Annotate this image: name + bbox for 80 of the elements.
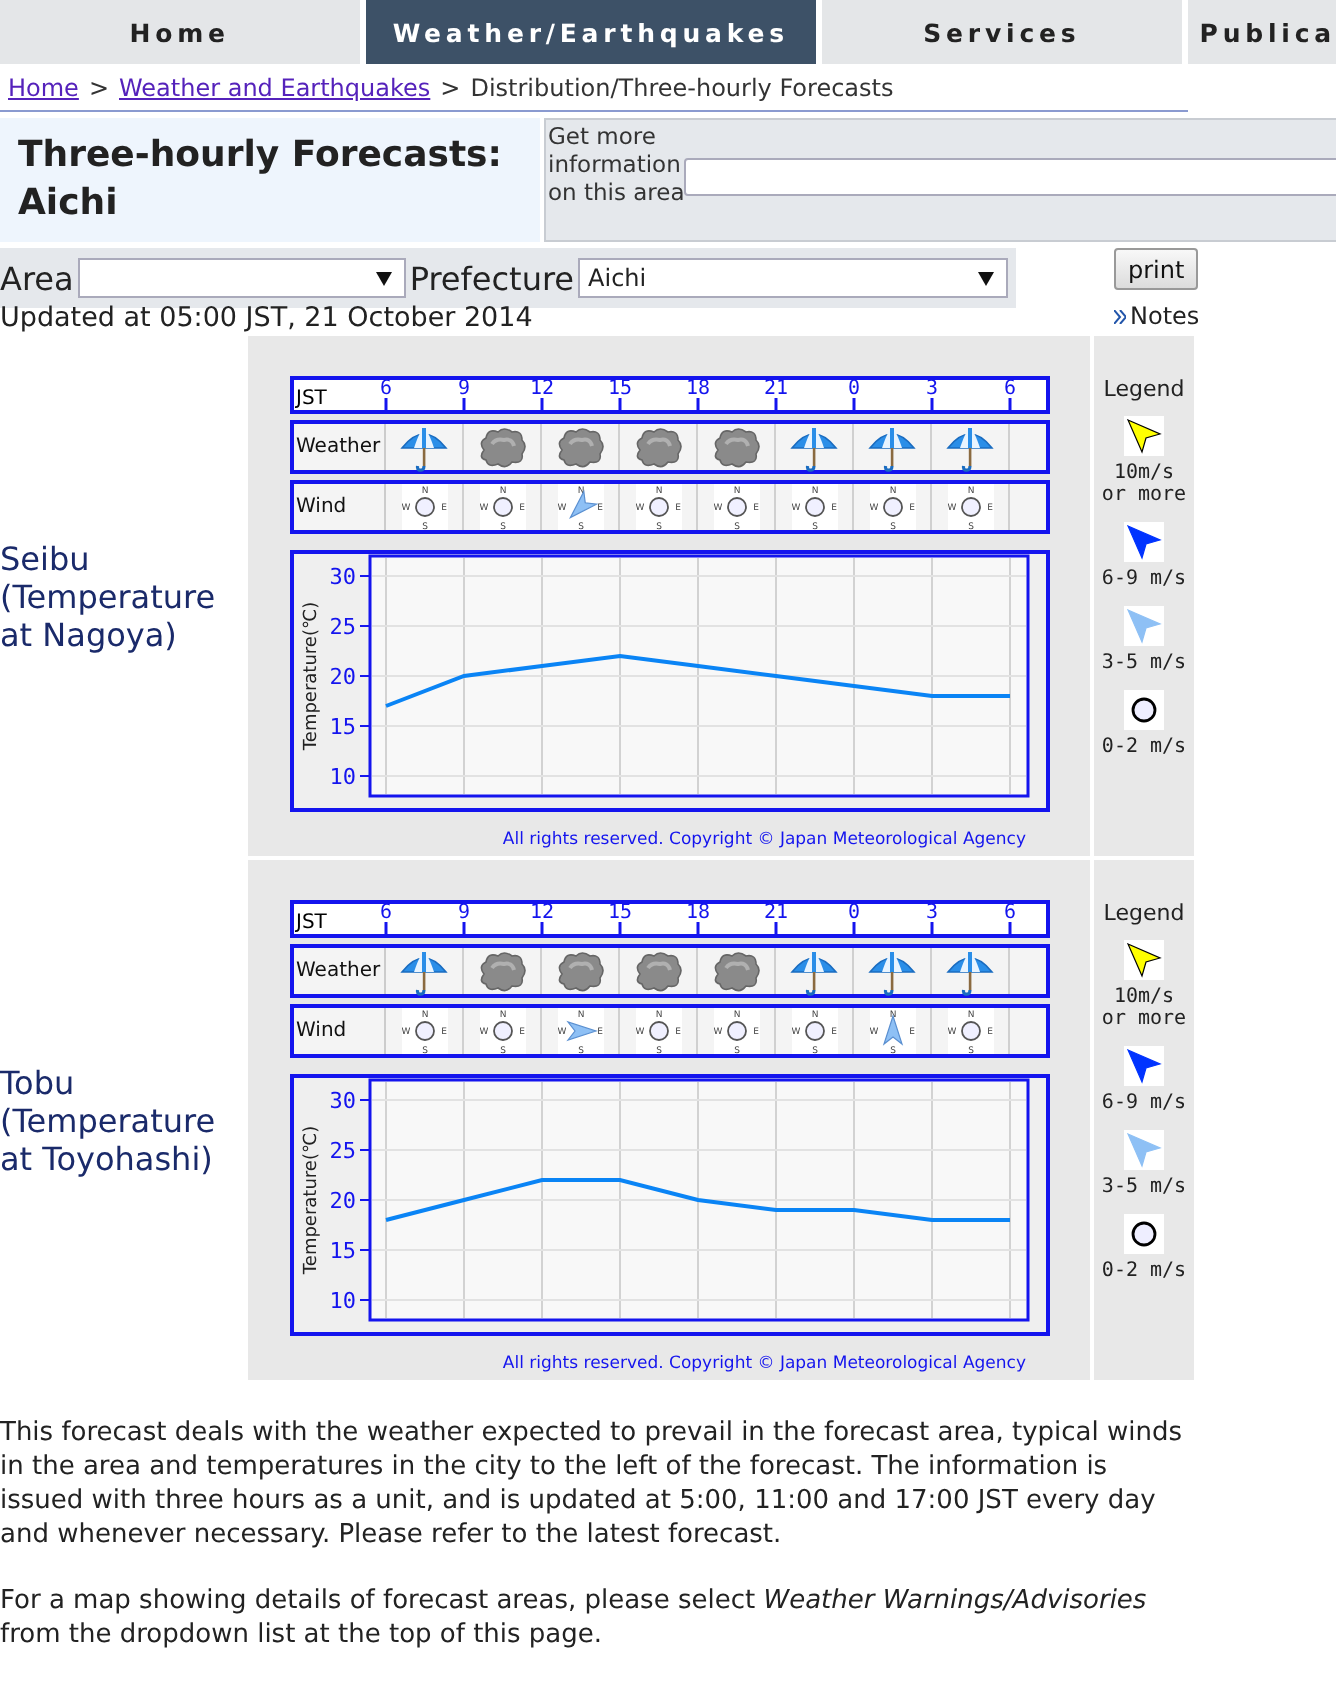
- legend-text: 6-9 m/s: [1099, 1092, 1189, 1114]
- time-axis-label: JST: [296, 388, 327, 410]
- info-dropdown[interactable]: [684, 158, 1336, 196]
- cloud-icon: [710, 949, 762, 993]
- area-dropdown[interactable]: [77, 258, 406, 298]
- time-tick-label: 12: [529, 902, 555, 924]
- prefecture-dropdown[interactable]: Aichi: [578, 258, 1009, 298]
- time-tick-label: 12: [529, 378, 555, 400]
- y-tick-label: 10: [329, 764, 356, 790]
- page-title: Three-hourly Forecasts: Aichi: [0, 118, 540, 242]
- cloud-icon: [632, 425, 684, 469]
- nav-tab[interactable]: Publica: [1187, 0, 1336, 64]
- y-axis-title: Temperature(℃): [302, 601, 322, 751]
- legend-text: 10m/s or more: [1099, 986, 1189, 1030]
- area-name: Tobu (Temperature at Toyohashi): [0, 1063, 218, 1177]
- breadcrumb-link[interactable]: Weather and Earthquakes: [119, 73, 431, 101]
- y-tick-label: 10: [329, 1288, 356, 1314]
- time-tick-label: 21: [763, 902, 789, 924]
- time-axis-label: JST: [296, 912, 327, 934]
- legend-text: 0-2 m/s: [1099, 1260, 1189, 1282]
- breadcrumb-link[interactable]: Home: [8, 73, 79, 101]
- time-tick-label: 0: [847, 378, 861, 400]
- notes-link[interactable]: Notes: [1130, 302, 1200, 330]
- time-tick-label: 0: [847, 902, 861, 924]
- row-label: Weather: [294, 948, 386, 994]
- legend-title: Legend: [1103, 376, 1185, 402]
- y-tick-label: 25: [329, 614, 356, 640]
- info-label: Get more information on this area: [548, 122, 687, 206]
- copyright-notice: All rights reserved. Copyright © Japan Meteorological Agency: [500, 1354, 1028, 1374]
- prefecture-label: Prefecture: [409, 259, 575, 297]
- time-tick-label: 6: [379, 378, 393, 400]
- row-label: Wind: [294, 1008, 386, 1054]
- nav-tab[interactable]: Home: [0, 0, 360, 64]
- breadcrumb-current: Distribution/Three-hourly Forecasts: [470, 73, 894, 101]
- legend-text: 3-5 m/s: [1099, 1176, 1189, 1198]
- area-name: Seibu (Temperature at Nagoya): [0, 539, 218, 653]
- nav-tab[interactable]: Services: [822, 0, 1182, 64]
- time-tick-label: 15: [607, 378, 633, 400]
- y-tick-label: 25: [329, 1138, 356, 1164]
- updated-time: Updated at 05:00 JST, 21 October 2014: [0, 304, 535, 332]
- time-tick-label: 6: [1003, 378, 1017, 400]
- print-button[interactable]: print: [1114, 248, 1199, 290]
- legend-text: 0-2 m/s: [1099, 736, 1189, 758]
- cloud-icon: [710, 425, 762, 469]
- breadcrumb-separator: >: [88, 73, 109, 101]
- cloud-icon: [476, 425, 528, 469]
- y-tick-label: 30: [329, 1088, 356, 1114]
- caret-icon: [375, 272, 392, 286]
- y-tick-label: 15: [329, 714, 356, 740]
- copyright-notice: All rights reserved. Copyright © Japan Meteorological Agency: [500, 830, 1028, 850]
- time-tick-label: 9: [457, 902, 471, 924]
- time-tick-label: 6: [379, 902, 393, 924]
- legend-text: 6-9 m/s: [1099, 568, 1189, 590]
- caret-icon: [978, 272, 995, 286]
- legend-text: 3-5 m/s: [1099, 652, 1189, 674]
- y-tick-label: 15: [329, 1238, 356, 1264]
- row-label: Wind: [294, 484, 386, 530]
- row-label: Weather: [294, 424, 386, 470]
- time-tick-label: 18: [685, 902, 711, 924]
- info-paragraph: For a map showing details of forecast areas, please select Weather Warnings/Advisories from the dropdown list at the top of this page.: [0, 1584, 1149, 1652]
- breadcrumb-separator: >: [440, 73, 461, 101]
- cloud-icon: [554, 425, 606, 469]
- time-tick-label: 9: [457, 378, 471, 400]
- nav-tab[interactable]: Weather/Earthquakes: [365, 0, 817, 64]
- legend-text: 10m/s or more: [1099, 462, 1189, 506]
- legend-title: Legend: [1103, 900, 1185, 926]
- y-tick-label: 20: [329, 664, 356, 690]
- time-tick-label: 15: [607, 902, 633, 924]
- cloud-icon: [632, 949, 684, 993]
- info-paragraph: This forecast deals with the weather expected to prevail in the forecast area, typical winds in the area and temperatures in the city to the left of the forecast. The information is issued with three hours as a unit, and is updated at 5:00, 11:00 and 17:00 JST every day and whenever necessary. Please refer to the latest forecast.: [0, 1416, 1184, 1552]
- time-tick-label: 6: [1003, 902, 1017, 924]
- y-tick-label: 20: [329, 1188, 356, 1214]
- time-tick-label: 18: [685, 378, 711, 400]
- y-axis-title: Temperature(℃): [302, 1125, 322, 1275]
- time-tick-label: 21: [763, 378, 789, 400]
- cloud-icon: [554, 949, 606, 993]
- area-label: Area: [0, 259, 74, 297]
- double-chevron-icon: [1114, 309, 1126, 323]
- y-tick-label: 30: [329, 564, 356, 590]
- cloud-icon: [476, 949, 528, 993]
